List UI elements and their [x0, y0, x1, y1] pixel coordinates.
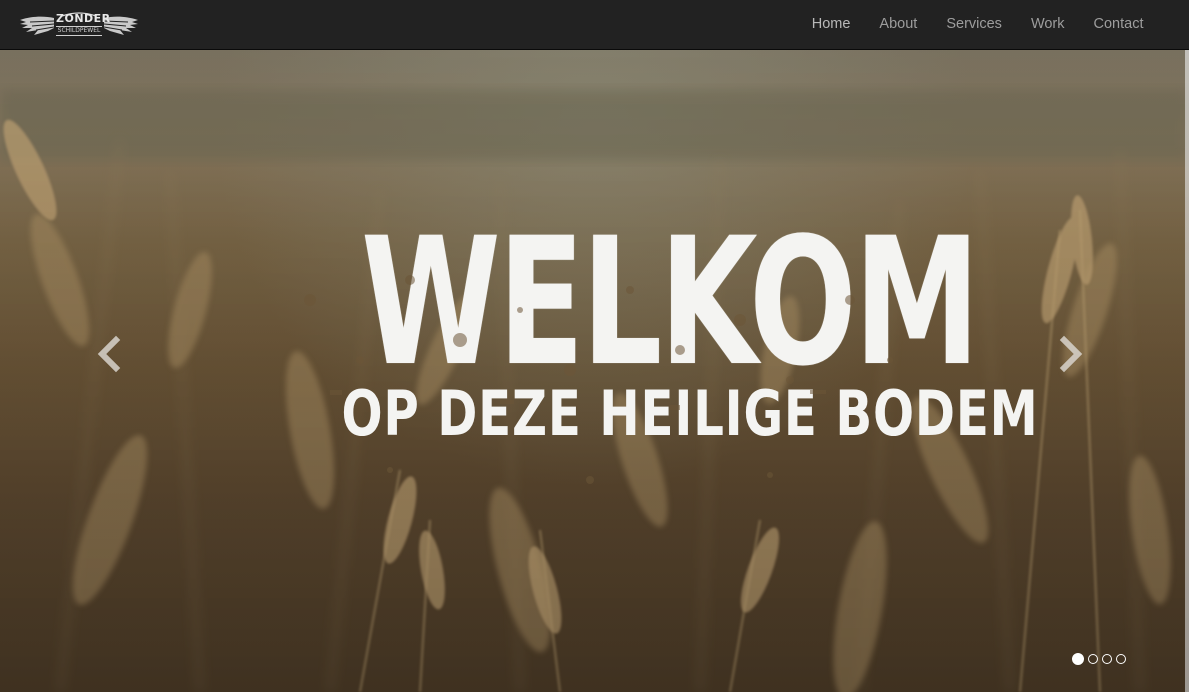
- logo-text-top: ZONDER: [56, 12, 111, 25]
- headline-subtitle: OP DEZE HEILIGE BODEM: [341, 377, 1039, 450]
- nav-item-about[interactable]: About: [865, 0, 932, 49]
- chevron-left-icon: [97, 335, 121, 373]
- nav-item-contact[interactable]: Contact: [1079, 0, 1158, 49]
- navbar: ZONDER SCHILDPEWEL Home About Services W…: [0, 0, 1189, 50]
- carousel-indicator-2[interactable]: [1088, 654, 1098, 664]
- nav-item-home[interactable]: Home: [797, 0, 865, 49]
- carousel-next-button[interactable]: [1050, 332, 1090, 376]
- carousel-indicator-4[interactable]: [1116, 654, 1126, 664]
- main-nav: Home About Services Work Contact: [797, 0, 1158, 49]
- brand-logo[interactable]: ZONDER SCHILDPEWEL: [18, 12, 140, 40]
- headline-title: WELKOM: [361, 200, 980, 405]
- chevron-right-icon: [1059, 335, 1083, 373]
- logo-text-bottom: SCHILDPEWEL: [56, 26, 102, 36]
- nav-item-work[interactable]: Work: [1016, 0, 1079, 49]
- nav-item-services[interactable]: Services: [932, 0, 1017, 49]
- carousel-prev-button[interactable]: [90, 332, 130, 376]
- carousel-indicators: [1072, 653, 1126, 665]
- hero-headline: WELKOM OP DEZE HEILIGE BODEM: [270, 200, 1039, 450]
- carousel-indicator-1[interactable]: [1072, 653, 1084, 665]
- carousel-indicator-3[interactable]: [1102, 654, 1112, 664]
- hero-carousel: WELKOM OP DEZE HEILIGE BODEM: [0, 50, 1189, 692]
- scrollbar-edge: [1185, 50, 1189, 692]
